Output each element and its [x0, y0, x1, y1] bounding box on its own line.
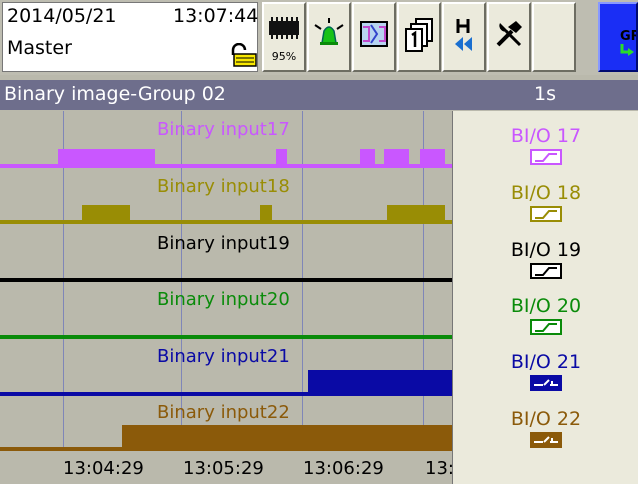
- history-button[interactable]: [442, 2, 486, 72]
- legend-item-22[interactable]: BI/O 22: [453, 408, 638, 448]
- time-tick-label: 13:06:29: [303, 458, 384, 479]
- rising-edge-icon: [530, 149, 562, 165]
- rising-edge-icon: [530, 206, 562, 222]
- group-select-button[interactable]: [397, 2, 441, 72]
- tools-button[interactable]: [487, 2, 531, 72]
- status-info-panel: 2014/05/21 13:07:44 Master: [2, 2, 258, 72]
- series-label-17: Binary input17: [157, 119, 290, 140]
- series-label-22: Binary input22: [157, 402, 290, 423]
- series-label-21: Binary input21: [157, 346, 290, 367]
- legend-item-21[interactable]: BI/O 21: [453, 351, 638, 391]
- series-label-18: Binary input18: [157, 176, 290, 197]
- signal-high-pulse: [276, 149, 287, 166]
- time-tick-label: 13:: [425, 458, 452, 479]
- legend-item-19[interactable]: BI/O 19: [453, 239, 638, 279]
- group-next-label: GR: [620, 29, 636, 44]
- legend-label-22: BI/O 22: [510, 408, 582, 430]
- group-title: Binary image-Group 02: [4, 83, 226, 105]
- group-title-bar: Binary image-Group 02 1s: [0, 80, 638, 110]
- signal-high-pulse: [384, 149, 409, 166]
- legend-label-19: BI/O 19: [510, 239, 582, 261]
- signal-baseline: [0, 220, 452, 224]
- history-rewind-icon: [455, 19, 472, 51]
- signal-baseline: [0, 335, 452, 339]
- signal-high-pulse: [308, 370, 452, 394]
- group-pages-icon: [405, 18, 433, 52]
- series-label-19: Binary input19: [157, 233, 290, 254]
- contact-switch-icon: [530, 432, 562, 448]
- legend-label-20: BI/O 20: [510, 295, 582, 317]
- top-toolbar: 2014/05/21 13:07:44 Master 95% GR: [0, 0, 638, 75]
- unlocked-padlock-icon: [231, 43, 257, 67]
- legend-label-17: BI/O 17: [510, 125, 582, 147]
- signal-high-pulse: [387, 205, 445, 222]
- display-mode-icon: [360, 21, 388, 47]
- signal-baseline: [0, 278, 452, 282]
- time-tick-label: 13:04:29: [63, 458, 144, 479]
- time-text: 13:07:44: [173, 5, 259, 27]
- memory-percent: 95%: [271, 50, 297, 63]
- signal-high-pulse: [420, 149, 445, 166]
- signal-high-pulse: [360, 149, 375, 166]
- signal-high-pulse: [58, 149, 155, 166]
- signal-high-pulse: [122, 425, 452, 449]
- contact-switch-icon: [530, 375, 562, 391]
- legend-label-18: BI/O 18: [510, 182, 582, 204]
- group-next-button[interactable]: GR: [598, 2, 638, 72]
- legend-item-18[interactable]: BI/O 18: [453, 182, 638, 222]
- tools-icon: [496, 21, 522, 47]
- display-mode-button[interactable]: [352, 2, 396, 72]
- alarm-bell-icon: [314, 18, 344, 45]
- legend-panel: BI/O 17 BI/O 18 BI/O 19 BI/O 20 BI/O 21: [452, 111, 638, 484]
- sampling-interval: 1s: [534, 83, 556, 105]
- memory-chip-icon: [269, 17, 299, 39]
- legend-item-20[interactable]: BI/O 20: [453, 295, 638, 335]
- time-tick-label: 13:05:29: [183, 458, 264, 479]
- group-next-icon: GR: [620, 29, 638, 56]
- series-label-20: Binary input20: [157, 289, 290, 310]
- blank-button[interactable]: [532, 2, 576, 72]
- legend-label-21: BI/O 21: [510, 351, 582, 373]
- memory-status-button[interactable]: 95%: [262, 2, 306, 72]
- user-name: Master: [7, 37, 72, 59]
- binary-trend-chart[interactable]: Binary input17 Binary input18 Binary inp…: [0, 111, 452, 484]
- date-text: 2014/05/21: [7, 5, 117, 27]
- signal-high-pulse: [82, 205, 130, 222]
- rising-edge-icon: [530, 319, 562, 335]
- rising-edge-icon: [530, 263, 562, 279]
- legend-item-17[interactable]: BI/O 17: [453, 125, 638, 165]
- signal-high-pulse: [260, 205, 272, 222]
- alarm-button[interactable]: [307, 2, 351, 72]
